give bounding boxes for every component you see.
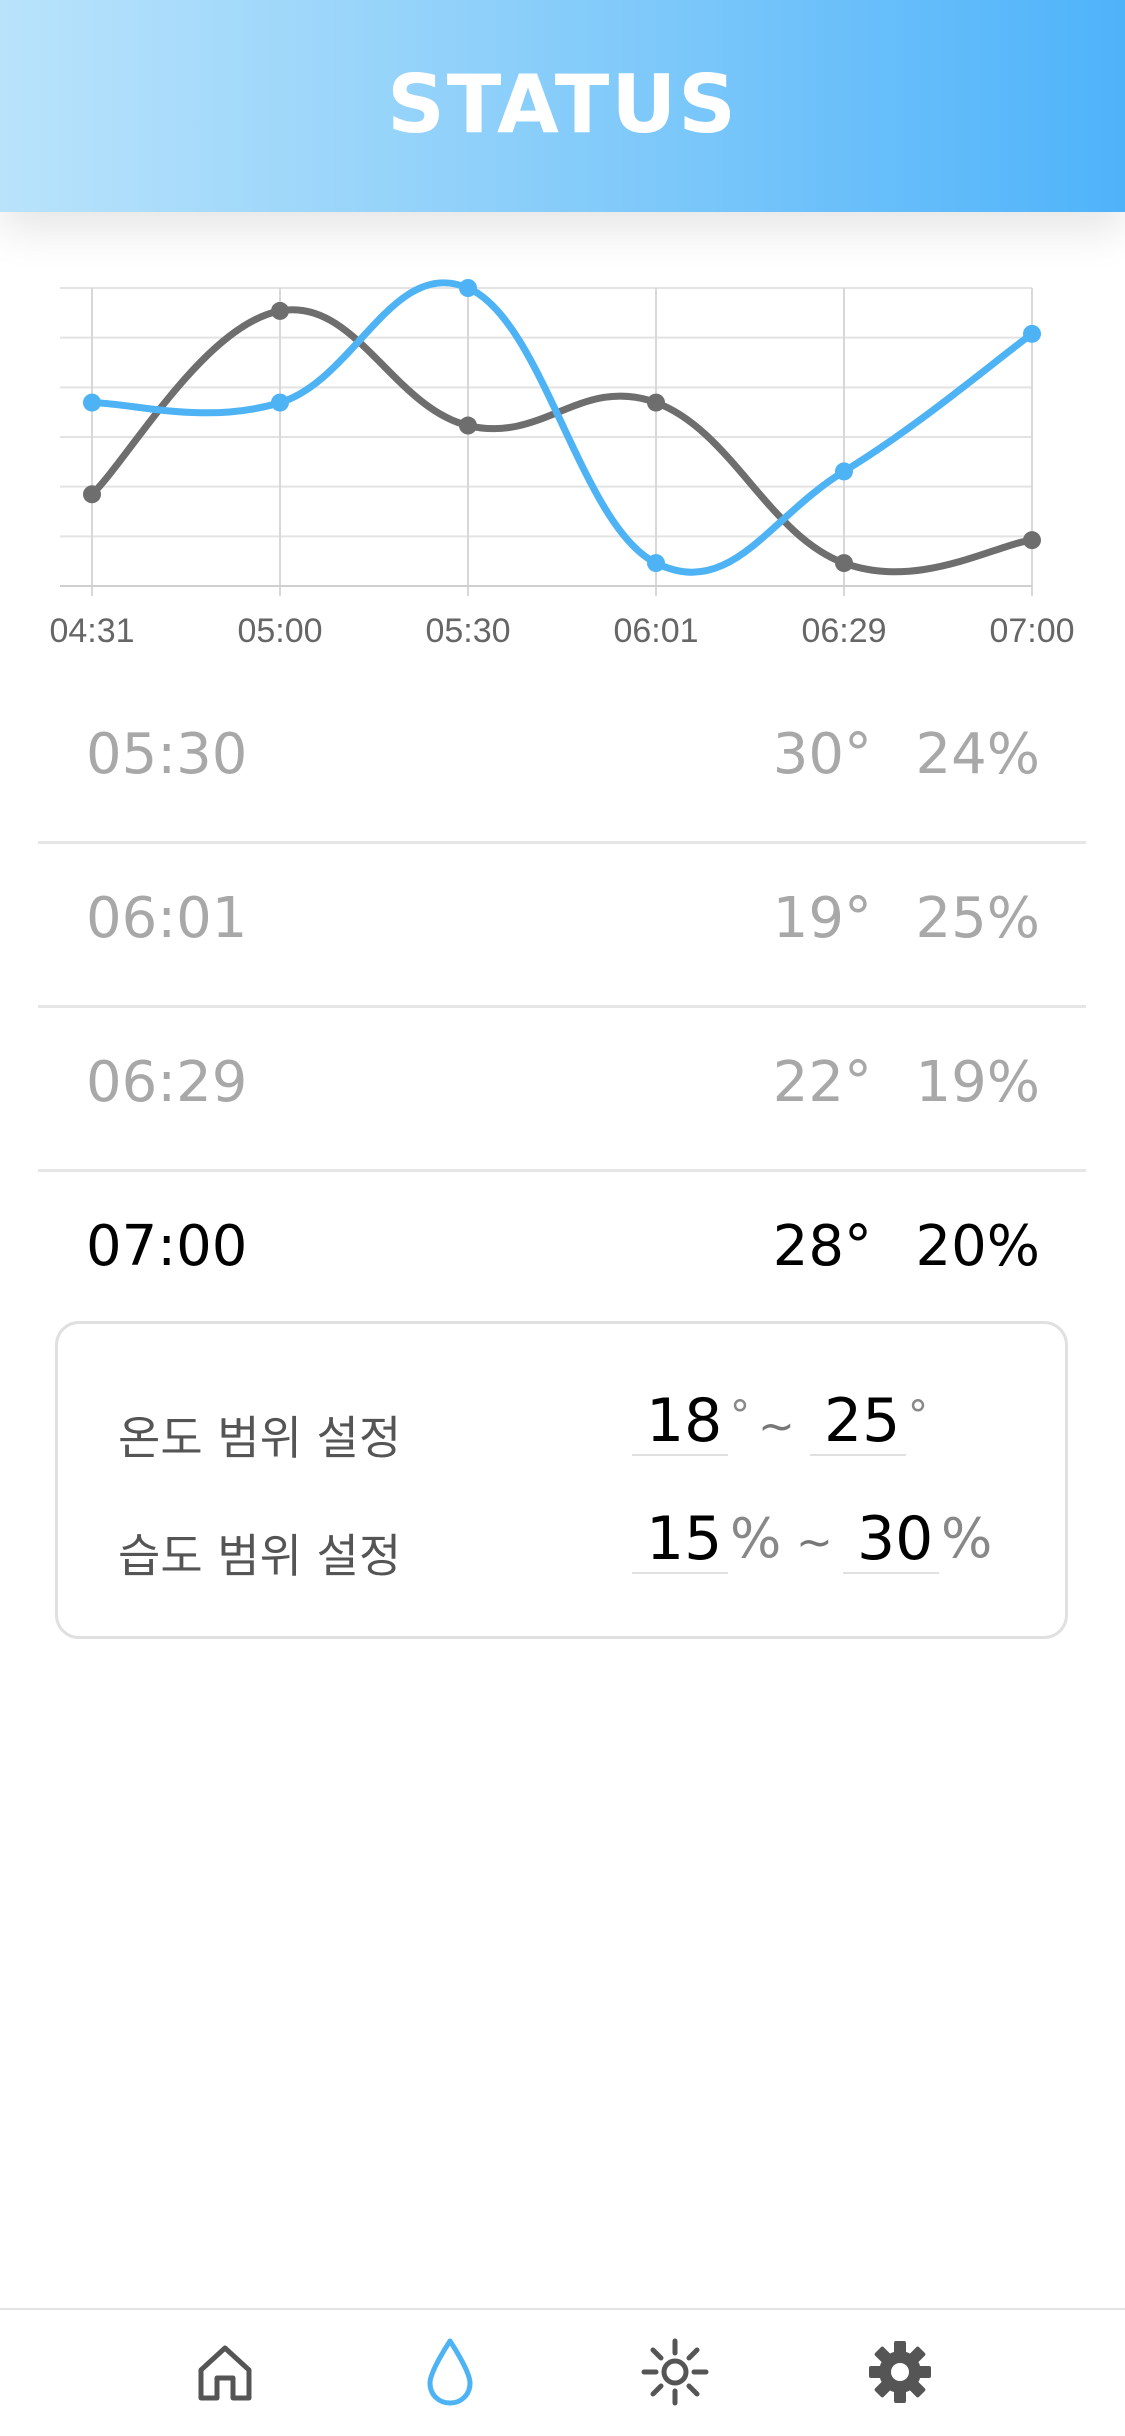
reading-row-2[interactable]: 06:01 19° 25% <box>38 844 1086 1008</box>
series-1-point <box>459 416 477 435</box>
status-line-chart: 04:31 05:00 05:30 06:01 06:29 07:00 <box>0 240 1125 670</box>
temperature-max-unit: ° <box>908 1393 928 1439</box>
tab-humidity[interactable] <box>402 2324 498 2420</box>
temperature-max-input[interactable]: 25 <box>810 1386 906 1456</box>
series-1-point <box>647 393 665 412</box>
x-tick-label: 04:31 <box>49 612 134 650</box>
series-1-point <box>83 485 101 504</box>
reading-humidity: 20% <box>915 1214 1040 1279</box>
tab-settings[interactable] <box>852 2324 948 2420</box>
reading-time: 07:00 <box>86 1214 248 1279</box>
temperature-range-separator: ~ <box>758 1401 795 1452</box>
header-bar: STATUS <box>0 0 1125 212</box>
reading-time: 05:30 <box>86 722 248 787</box>
home-icon <box>198 2345 252 2401</box>
series-line-2 <box>88 279 1036 576</box>
x-tick-label: 05:30 <box>425 612 510 650</box>
reading-humidity: 24% <box>915 722 1040 787</box>
temperature-min-input[interactable]: 18 <box>632 1386 728 1456</box>
reading-row-current[interactable]: 07:00 28° 20% <box>38 1172 1086 1333</box>
sun-icon <box>641 2338 709 2406</box>
reading-humidity: 19% <box>915 1050 1040 1115</box>
bottom-tab-bar <box>0 2308 1125 2436</box>
x-tick-label: 07:00 <box>989 612 1074 650</box>
reading-temperature: 30° <box>772 722 872 787</box>
reading-time: 06:29 <box>86 1050 248 1115</box>
tab-light[interactable] <box>627 2324 723 2420</box>
series-2-point <box>835 462 853 481</box>
chart-svg: 04:31 05:00 05:30 06:01 06:29 07:00 <box>49 279 1075 650</box>
reading-time: 06:01 <box>86 886 248 951</box>
humidity-max-unit: % <box>941 1507 993 1570</box>
reading-temperature: 19° <box>772 886 872 951</box>
readings-list: 05:30 30° 24% 06:01 19° 25% 06:29 22° 19… <box>38 680 1086 1333</box>
x-tick-label: 06:29 <box>801 612 886 650</box>
series-1-point <box>1023 531 1041 550</box>
x-tick-label: 06:01 <box>613 612 698 650</box>
series-2-point <box>271 393 289 412</box>
water-drop-icon <box>427 2338 473 2406</box>
range-settings-card: 온도 범위 설정 18 ° ~ 25 ° 습도 범위 설정 15 % ~ 30 … <box>55 1321 1068 1639</box>
humidity-min-unit: % <box>730 1507 782 1570</box>
humidity-range-label: 습도 범위 설정 <box>118 1529 402 1583</box>
series-1-point <box>835 554 853 573</box>
reading-row-1[interactable]: 05:30 30° 24% <box>38 680 1086 844</box>
tab-home[interactable] <box>177 2324 273 2420</box>
series-2-point <box>1023 324 1041 343</box>
series-1-point <box>271 301 289 320</box>
series-2-point <box>83 393 101 412</box>
page-title: STATUS <box>387 58 738 151</box>
series-2-point <box>647 554 665 573</box>
series-2-point <box>459 279 477 297</box>
temperature-range-label: 온도 범위 설정 <box>118 1411 402 1465</box>
humidity-max-input[interactable]: 30 <box>843 1504 939 1574</box>
humidity-range-separator: ~ <box>796 1517 833 1568</box>
reading-row-3[interactable]: 06:29 22° 19% <box>38 1008 1086 1172</box>
reading-humidity: 25% <box>915 886 1040 951</box>
humidity-min-input[interactable]: 15 <box>632 1504 728 1574</box>
reading-temperature: 22° <box>772 1050 872 1115</box>
x-tick-label: 05:00 <box>237 612 322 650</box>
gear-icon <box>869 2341 931 2403</box>
reading-temperature: 28° <box>772 1214 872 1279</box>
status-screen: STATUS 04:31 05:00 05:30 06:01 06:29 07:00 05… <box>0 0 1125 2436</box>
temperature-min-unit: ° <box>730 1393 750 1439</box>
